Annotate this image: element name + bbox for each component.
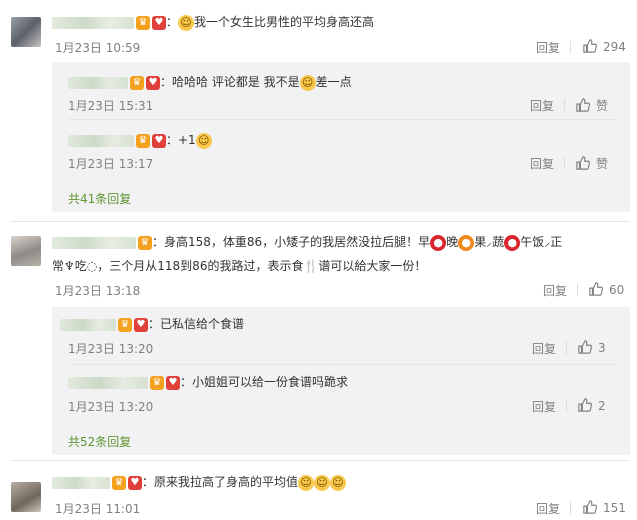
sub-comment-content: ♛ ♥ ：小姐姐可以给一份食谱吗跪求 bbox=[68, 372, 348, 392]
thumbs-up-icon bbox=[576, 156, 590, 170]
plant-emoji-icon: ♆ bbox=[64, 259, 75, 273]
thumbs-up-icon bbox=[578, 398, 592, 412]
divider bbox=[570, 41, 571, 53]
comment-date: 1月23日 13:18 bbox=[55, 284, 141, 298]
comment-content: ♛ ♥ ：原来我拉高了身高的平均值 ☺ ☺ ☺ bbox=[52, 472, 347, 492]
thumbs-up-icon bbox=[578, 340, 592, 354]
username[interactable] bbox=[52, 476, 110, 489]
apple-emoji-icon: ● bbox=[430, 234, 447, 251]
comment-2: ♛ ：身高158，体重86，小矮子的我居然没拉后腿！早 ● 晚 ● 果⸝蔬 ● 午饭⸝正 常♆… bbox=[0, 222, 637, 462]
avatar[interactable] bbox=[11, 236, 41, 266]
thumbs-up-icon bbox=[576, 98, 590, 112]
username[interactable] bbox=[68, 376, 148, 389]
laughing-emoji-icon: ☺ bbox=[178, 14, 195, 31]
member-badge-icon: ♛ bbox=[112, 475, 126, 490]
reply-button[interactable]: 回复 bbox=[536, 500, 560, 517]
comment-1: ♛ ♥： ☺ 我一个女生比男性的平均身高还高 1月23日 10:59 回复 294 ♛… bbox=[0, 0, 637, 212]
divider bbox=[577, 284, 578, 296]
laughing-emoji-icon: ☺ bbox=[314, 474, 331, 491]
comment-date: 1月23日 11:01 bbox=[55, 502, 141, 516]
username[interactable] bbox=[52, 16, 134, 29]
like-button[interactable]: 赞 bbox=[576, 155, 608, 172]
avatar[interactable] bbox=[11, 17, 41, 47]
reply-button[interactable]: 回复 bbox=[530, 155, 554, 172]
vip-badge-icon: ♥ bbox=[128, 475, 142, 490]
sub-comment-date: 1月23日 13:20 bbox=[68, 342, 154, 356]
comment-date: 1月23日 10:59 bbox=[55, 41, 141, 55]
thumbs-up-icon bbox=[589, 282, 603, 296]
thumbs-up-icon bbox=[583, 39, 597, 53]
reply-button[interactable]: 回复 bbox=[543, 282, 567, 299]
member-badge-icon: ♛ bbox=[118, 317, 132, 332]
member-badge-icon: ♛ bbox=[150, 375, 164, 390]
comment-divider bbox=[10, 460, 630, 461]
sub-comment-date: 1月23日 13:20 bbox=[68, 400, 154, 414]
grinning-emoji-icon: ☺ bbox=[195, 132, 212, 149]
username[interactable] bbox=[52, 236, 136, 249]
username[interactable] bbox=[60, 318, 116, 331]
like-button[interactable]: 151 bbox=[583, 500, 626, 515]
sub-comments: ♛ ♥ ：已私信给个食谱 1月23日 13:20 回复 3 ♛ ♥ ：小姐姐可以给一份食… bbox=[52, 307, 630, 455]
thumbs-up-icon bbox=[583, 500, 597, 514]
comment-content-line-2: 常♆吃◌，三个月从118到86的我路过，表示食🍴谱可以給大家一份！ bbox=[52, 259, 427, 273]
divider bbox=[564, 157, 565, 169]
sub-comments: ♛ ♥ ：哈哈哈 评论都是 我不是 ☺ 差一点 1月23日 15:31 回复 赞 ♛ ♥：… bbox=[52, 62, 630, 212]
orange-emoji-icon: ● bbox=[458, 234, 475, 251]
avatar[interactable] bbox=[11, 482, 41, 512]
like-count: 151 bbox=[603, 501, 626, 515]
vip-badge-icon: ♥ bbox=[152, 133, 166, 148]
username[interactable] bbox=[68, 134, 134, 147]
like-count: 60 bbox=[609, 283, 625, 297]
laughing-emoji-icon: ☺ bbox=[298, 474, 315, 491]
divider bbox=[566, 400, 567, 412]
comment-content: ♛ ♥： ☺ 我一个女生比男性的平均身高还高 bbox=[52, 12, 374, 32]
reply-button[interactable]: 回复 bbox=[532, 340, 556, 357]
like-count: 294 bbox=[603, 40, 626, 54]
sub-comment: ♛ ♥ ：已私信给个食谱 1月23日 13:20 回复 3 bbox=[52, 307, 630, 365]
like-button[interactable]: 3 bbox=[578, 340, 606, 355]
divider bbox=[566, 342, 567, 354]
member-badge-icon: ♛ bbox=[130, 75, 144, 90]
reply-button[interactable]: 回复 bbox=[536, 39, 560, 56]
pills-emoji-icon: ◌ bbox=[86, 259, 98, 273]
vip-badge-icon: ♥ bbox=[152, 15, 166, 30]
like-count: 2 bbox=[598, 399, 606, 413]
view-more-replies-link[interactable]: 共41条回复 bbox=[68, 190, 131, 207]
member-badge-icon: ♛ bbox=[136, 15, 150, 30]
fork-knife-emoji-icon: 🍴 bbox=[303, 259, 319, 273]
username[interactable] bbox=[68, 76, 128, 89]
divider bbox=[564, 99, 565, 111]
sub-comment-content: ♛ ♥ ：已私信给个食谱 bbox=[60, 314, 244, 334]
member-badge-icon: ♛ bbox=[136, 133, 150, 148]
sub-comment: ♛ ♥ ：哈哈哈 评论都是 我不是 ☺ 差一点 1月23日 15:31 回复 赞 bbox=[52, 62, 630, 120]
sub-comment-date: 1月23日 13:17 bbox=[68, 157, 154, 171]
strawberry-emoji-icon: ● bbox=[504, 234, 521, 251]
comment-content: ♛ ：身高158，体重86，小矮子的我居然没拉后腿！早 ● 晚 ● 果⸝蔬 ● 午饭⸝正 bbox=[52, 232, 562, 252]
reply-button[interactable]: 回复 bbox=[530, 97, 554, 114]
like-count: 3 bbox=[598, 341, 606, 355]
vip-badge-icon: ♥ bbox=[146, 75, 160, 90]
sub-comment-date: 1月23日 15:31 bbox=[68, 99, 154, 113]
sub-comment: ♛ ♥ ：小姐姐可以给一份食谱吗跪求 1月23日 13:20 回复 2 bbox=[52, 365, 630, 423]
comment-3: ♛ ♥ ：原来我拉高了身高的平均值 ☺ ☺ ☺ 1月23日 11:01 回复 151 bbox=[0, 462, 637, 520]
sub-comment-content: ♛ ♥ ：+1 ☺ bbox=[68, 130, 212, 150]
like-button[interactable]: 赞 bbox=[576, 97, 608, 114]
sub-comment: ♛ ♥ ：+1 ☺ 1月23日 13:17 回复 赞 bbox=[52, 120, 630, 178]
reply-button[interactable]: 回复 bbox=[532, 398, 556, 415]
like-button[interactable]: 2 bbox=[578, 398, 606, 413]
laughing-emoji-icon: ☺ bbox=[330, 474, 347, 491]
laughing-emoji-icon: ☺ bbox=[299, 74, 316, 91]
like-button[interactable]: 294 bbox=[583, 39, 626, 54]
member-badge-icon: ♛ bbox=[138, 235, 152, 250]
like-button[interactable]: 60 bbox=[589, 282, 624, 297]
divider bbox=[570, 502, 571, 514]
view-more-replies-link[interactable]: 共52条回复 bbox=[68, 433, 131, 450]
vip-badge-icon: ♥ bbox=[134, 317, 148, 332]
sub-comment-content: ♛ ♥ ：哈哈哈 评论都是 我不是 ☺ 差一点 bbox=[68, 72, 352, 92]
vip-badge-icon: ♥ bbox=[166, 375, 180, 390]
